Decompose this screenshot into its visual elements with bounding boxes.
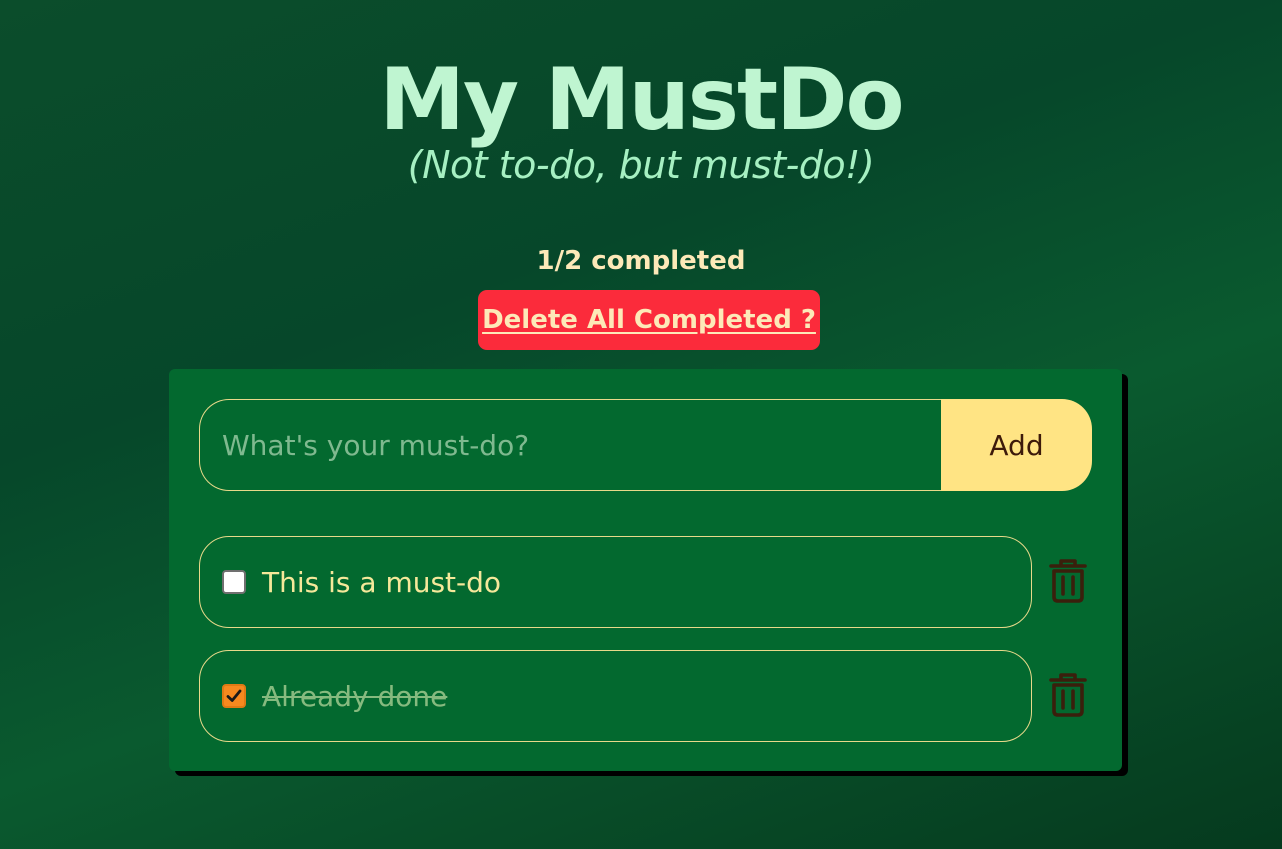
- todo-text: This is a must-do: [262, 566, 502, 599]
- trash-icon[interactable]: [1048, 558, 1088, 604]
- header: My MustDo (Not to-do, but must-do!): [0, 52, 1282, 192]
- todo-list: This is a must-do Already done: [199, 536, 1092, 764]
- trash-icon[interactable]: [1048, 672, 1088, 718]
- app-subtitle: (Not to-do, but must-do!): [407, 143, 875, 187]
- todo-input[interactable]: [199, 399, 941, 491]
- todo-item-box: This is a must-do: [199, 536, 1032, 628]
- todo-item-box: Already done: [199, 650, 1032, 742]
- todo-checkbox[interactable]: [222, 570, 246, 594]
- todo-card: Add This is a must-do: [169, 369, 1122, 771]
- add-todo-form: Add: [199, 399, 1092, 491]
- todo-text: Already done: [262, 680, 448, 713]
- delete-all-completed-button[interactable]: Delete All Completed ?: [478, 290, 820, 350]
- checkmark-icon: [226, 689, 242, 702]
- add-button[interactable]: Add: [941, 399, 1092, 491]
- todo-item: Already done: [199, 650, 1092, 742]
- todo-checkbox[interactable]: [222, 684, 246, 708]
- completion-status: 1/2 completed: [536, 246, 746, 276]
- todo-item: This is a must-do: [199, 536, 1092, 628]
- app-title: My MustDo: [379, 50, 904, 150]
